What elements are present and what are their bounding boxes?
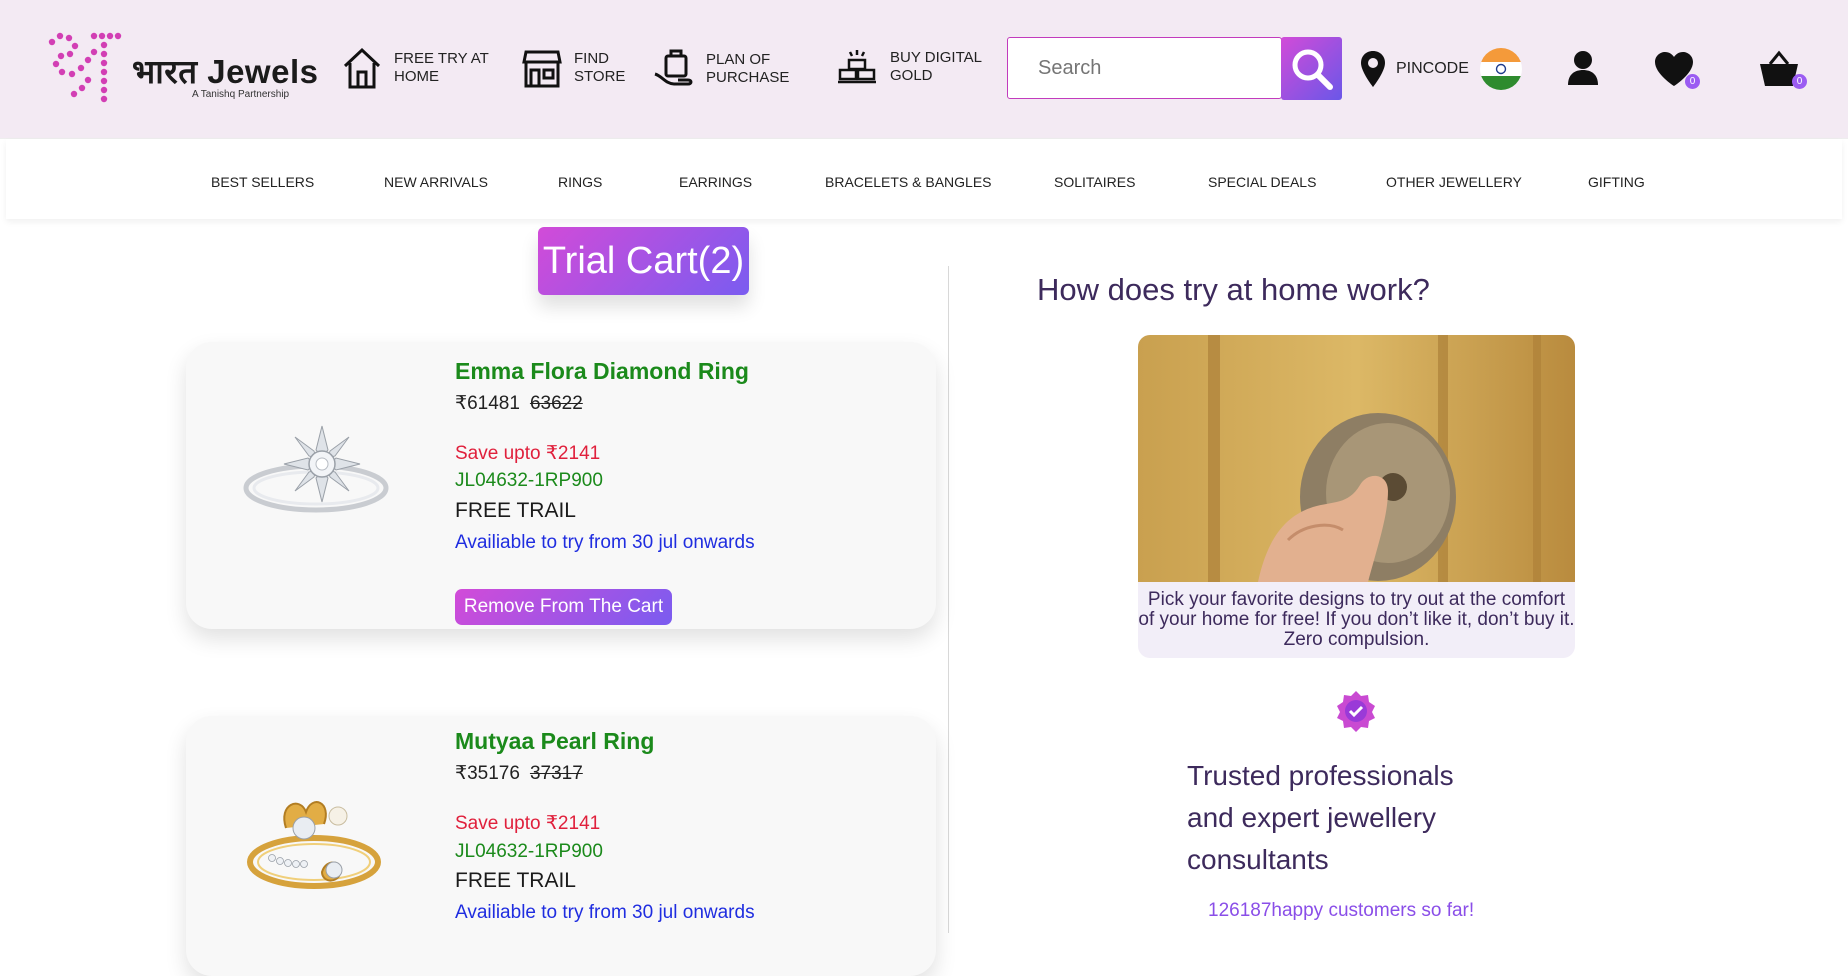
- availability-text: Availiable to try from 30 jul onwards: [455, 902, 755, 923]
- product-code: JL04632-1RP900: [455, 470, 603, 491]
- column-divider: [948, 266, 949, 933]
- search-icon: [1292, 49, 1333, 90]
- how-it-works-title: How does try at home work?: [1037, 272, 1430, 307]
- product-mrp: 63622: [529, 393, 583, 414]
- product-price: ₹61481: [455, 393, 520, 414]
- free-try-at-home-link[interactable]: FREE TRY AT HOME: [342, 46, 489, 90]
- free-try-label-1: FREE TRY AT: [394, 50, 489, 67]
- cart-item-card: Mutyaa Pearl Ring ₹35176 37317 Save upto …: [186, 716, 936, 976]
- nav-solitaires[interactable]: SOLITAIRES: [1054, 174, 1135, 190]
- product-name[interactable]: Mutyaa Pearl Ring: [455, 728, 654, 755]
- trial-cart-button[interactable]: Trial Cart(2): [538, 227, 749, 295]
- product-image[interactable]: [226, 766, 406, 906]
- buy-digital-gold-link[interactable]: BUY DIGITAL GOLD: [836, 46, 982, 88]
- nav-special-deals[interactable]: SPECIAL DEALS: [1208, 174, 1316, 190]
- verified-badge-icon: [1334, 689, 1378, 733]
- cart-item-card: Emma Flora Diamond Ring ₹61481 63622 Save…: [186, 342, 936, 629]
- find-store-label-2: STORE: [574, 68, 626, 85]
- gold-label-2: GOLD: [890, 67, 933, 84]
- home-icon: [343, 47, 381, 89]
- shopping-bag-hand-icon: [654, 49, 693, 86]
- gold-label-1: BUY DIGITAL: [890, 49, 982, 66]
- nav-best-sellers[interactable]: BEST SELLERS: [211, 174, 314, 190]
- savings-text: Save upto ₹2141: [455, 443, 601, 464]
- pincode-selector[interactable]: PINCODE: [1360, 50, 1469, 88]
- product-price-row: ₹35176 37317: [455, 762, 583, 785]
- free-trail-label: FREE TRAIL: [455, 869, 576, 892]
- availability-text: Availiable to try from 30 jul onwards: [455, 532, 755, 553]
- category-nav: BEST SELLERS NEW ARRIVALS RINGS EARRINGS…: [6, 139, 1842, 219]
- wishlist-button[interactable]: 0: [1653, 50, 1700, 94]
- nav-bracelets-bangles[interactable]: BRACELETS & BANGLES: [825, 174, 992, 190]
- user-icon: [1568, 51, 1598, 85]
- search-input[interactable]: [1007, 37, 1282, 99]
- find-store-label-1: FIND: [574, 50, 609, 67]
- cart-button[interactable]: 0: [1758, 50, 1808, 94]
- savings-text: Save upto ₹2141: [455, 813, 601, 834]
- account-button[interactable]: [1567, 50, 1599, 91]
- pincode-label: PINCODE: [1396, 60, 1469, 77]
- trust-text: Trusted professionals and expert jewelle…: [1187, 760, 1454, 875]
- logo-text[interactable]: भारत Jewels: [132, 48, 318, 93]
- free-trail-label: FREE TRAIL: [455, 499, 576, 522]
- plan-of-purchase-link[interactable]: PLAN OF PURCHASE: [652, 46, 789, 92]
- header: भारत Jewels A Tanishq Partnership FREE T…: [0, 0, 1848, 139]
- logo-subtitle: A Tanishq Partnership: [192, 89, 290, 100]
- nav-new-arrivals[interactable]: NEW ARRIVALS: [384, 174, 488, 190]
- store-icon: [522, 50, 562, 88]
- customers-suffix: happy customers so far!: [1271, 900, 1475, 921]
- plan-label-2: PURCHASE: [706, 69, 790, 86]
- product-mrp: 37317: [529, 763, 583, 784]
- cart-count-badge: 0: [1792, 74, 1807, 89]
- india-flag-icon[interactable]: [1480, 48, 1522, 90]
- plan-label-1: PLAN OF: [706, 51, 771, 68]
- location-pin-icon: [1361, 51, 1385, 87]
- product-price-row: ₹61481 63622: [455, 392, 583, 415]
- product-code: JL04632-1RP900: [455, 841, 603, 862]
- customers-count-text: 126187happy customers so far!: [1208, 900, 1474, 922]
- nav-gifting[interactable]: GIFTING: [1588, 174, 1645, 190]
- product-image[interactable]: [226, 402, 406, 532]
- logo-icon[interactable]: [44, 28, 126, 104]
- nav-other-jewellery[interactable]: OTHER JEWELLERY: [1386, 174, 1522, 190]
- nav-rings[interactable]: RINGS: [558, 174, 602, 190]
- wishlist-count-badge: 0: [1685, 74, 1700, 89]
- gold-bars-icon: [838, 50, 876, 84]
- how-it-works-description: Pick your favorite designs to try out at…: [1138, 589, 1575, 650]
- doorbell-illustration: [1138, 335, 1575, 582]
- find-store-link[interactable]: FIND STORE: [522, 46, 625, 90]
- product-price: ₹35176: [455, 763, 520, 784]
- free-try-label-2: HOME: [394, 68, 439, 85]
- remove-from-cart-button[interactable]: Remove From The Cart: [455, 589, 672, 625]
- nav-earrings[interactable]: EARRINGS: [679, 174, 752, 190]
- customers-count: 126187: [1208, 900, 1272, 921]
- product-name[interactable]: Emma Flora Diamond Ring: [455, 358, 749, 385]
- search-button[interactable]: [1281, 37, 1342, 100]
